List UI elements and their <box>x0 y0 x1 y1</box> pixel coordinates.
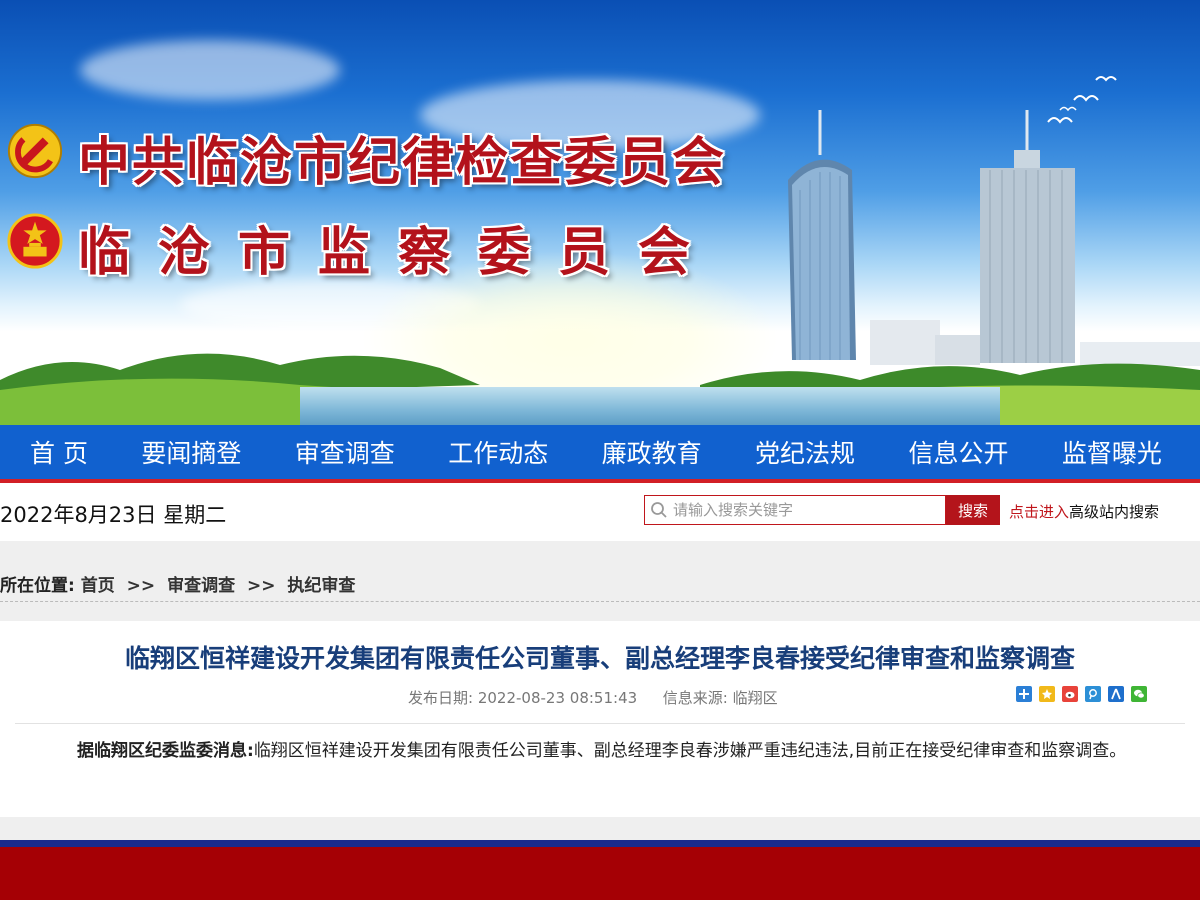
nav-item-regulations[interactable]: 党纪法规 <box>755 434 855 470</box>
breadcrumb: 所在位置: 首页 >> 审查调查 >> 执纪审查 <box>0 571 355 596</box>
article-meta: 发布日期: 2022-08-23 08:51:43 信息来源: 临翔区 <box>408 687 778 708</box>
breadcrumb-discipline-review[interactable]: 执纪审查 <box>287 576 355 596</box>
party-emblem-icon <box>7 123 63 179</box>
nav-item-supervision-exposure[interactable]: 监督曝光 <box>1062 434 1162 470</box>
nav-item-news[interactable]: 要闻摘登 <box>141 434 241 470</box>
nav-item-integrity-education[interactable]: 廉政教育 <box>602 434 702 470</box>
advanced-search-label: 高级站内搜索 <box>1069 503 1160 521</box>
main-nav: 首 页 要闻摘登 审查调查 工作动态 廉政教育 党纪法规 信息公开 监督曝光 <box>0 425 1200 483</box>
weibo-icon[interactable] <box>1062 686 1078 702</box>
plus-share-icon[interactable] <box>1016 686 1032 702</box>
search-button[interactable]: 搜索 <box>946 495 1000 525</box>
qzone-icon[interactable] <box>1039 686 1055 702</box>
tencent-weibo-icon[interactable] <box>1085 686 1101 702</box>
banner-title-line1: 中共临沧市纪律检查委员会 <box>78 132 727 193</box>
nav-item-info-disclosure[interactable]: 信息公开 <box>908 434 1008 470</box>
breadcrumb-separator: >> <box>126 576 156 596</box>
source-label: 信息来源: <box>662 689 728 707</box>
source-value: 临翔区 <box>732 689 778 707</box>
footer <box>0 840 1200 900</box>
nav-item-home[interactable]: 首 页 <box>30 434 88 470</box>
article-body-text: 临翔区恒祥建设开发集团有限责任公司董事、副总经理李良春涉嫌严重违纪违法,目前正在… <box>253 741 1127 761</box>
banner-title-line2: 临沧市监察委员会 <box>78 222 719 283</box>
breadcrumb-divider <box>0 601 1200 602</box>
share-bar <box>1016 686 1147 702</box>
publish-date-label: 发布日期: <box>408 689 474 707</box>
article-body-lead: 据临翔区纪委监委消息: <box>77 741 254 761</box>
breadcrumb-prefix: 所在位置: <box>0 576 75 596</box>
breadcrumb-home[interactable]: 首页 <box>81 576 115 596</box>
breadcrumb-investigation[interactable]: 审查调查 <box>167 576 235 596</box>
advanced-search: 点击进入高级站内搜索 <box>1009 501 1159 522</box>
advanced-search-link[interactable]: 点击进入 <box>1009 503 1069 521</box>
breadcrumb-separator: >> <box>247 576 276 596</box>
article-divider <box>15 723 1185 724</box>
nav-item-investigation[interactable]: 审查调查 <box>295 434 395 470</box>
renren-icon[interactable] <box>1108 686 1124 702</box>
wechat-icon[interactable] <box>1131 686 1147 702</box>
nav-item-work-updates[interactable]: 工作动态 <box>448 434 548 470</box>
article-title: 临翔区恒祥建设开发集团有限责任公司董事、副总经理李良春接受纪律审查和监察调查 <box>124 644 1075 673</box>
site-banner: 中共临沧市纪律检查委员会 临沧市监察委员会 <box>0 0 1200 425</box>
publish-date: 2022-08-23 08:51:43 <box>477 689 638 707</box>
search-icon <box>645 496 673 524</box>
breadcrumb-bar: 所在位置: 首页 >> 审查调查 >> 执纪审查 <box>0 541 1200 621</box>
national-emblem-icon <box>7 213 63 269</box>
footer-gap <box>0 817 1200 840</box>
search-input[interactable] <box>673 497 933 523</box>
river-decoration <box>300 387 1000 425</box>
article: 临翔区恒祥建设开发集团有限责任公司董事、副总经理李良春接受纪律审查和监察调查 发… <box>0 621 1200 817</box>
search-box <box>644 495 946 525</box>
cloud-decoration <box>80 40 340 100</box>
article-body: 据临翔区纪委监委消息:临翔区恒祥建设开发集团有限责任公司董事、副总经理李良春涉嫌… <box>45 737 1155 766</box>
toolbar: 2022年8月23日 星期二 搜索 点击进入高级站内搜索 <box>0 483 1200 541</box>
current-date: 2022年8月23日 星期二 <box>0 503 227 527</box>
